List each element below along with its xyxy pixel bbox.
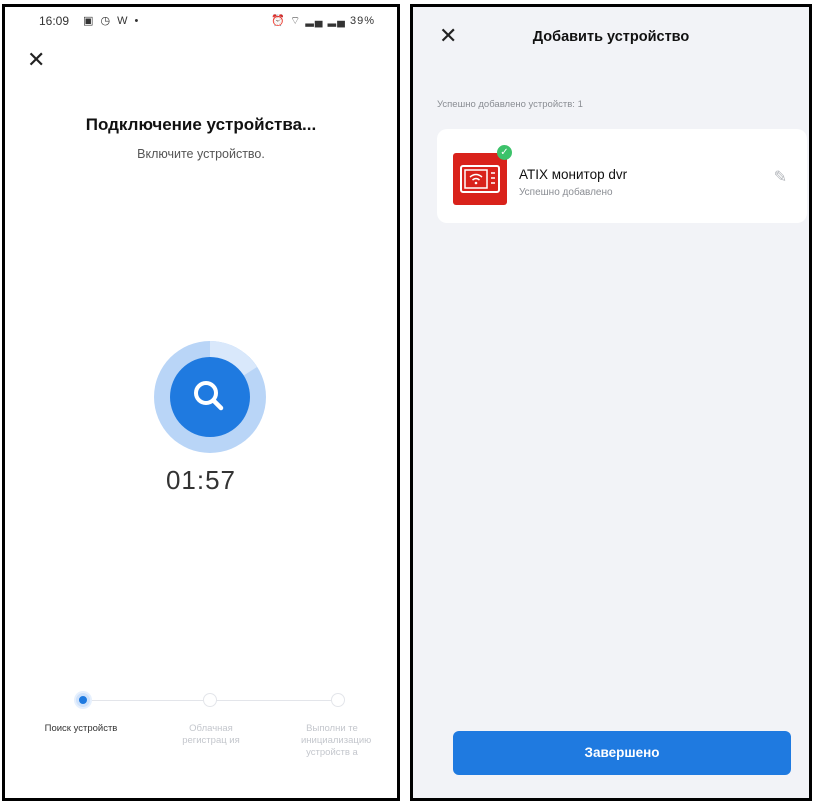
search-screen: 16:09 ▣ ◷ W • ⏰ ⌔ ▂▄ ▂▄ 39% ✕ Подключени… [2,4,400,801]
signal-icons: ⏰ ⌔ ▂▄ ▂▄ [271,15,350,27]
page-subtitle: Включите устройство. [137,147,265,161]
add-device-screen: ✕ Добавить устройство Успешно добавлено … [410,4,812,801]
device-card[interactable]: ✓ ATIX монитор dvr Успешно добавлено ✎ [437,129,807,223]
device-name: ATIX монитор dvr [519,167,628,182]
header: ✕ Добавить устройство [413,7,809,65]
step-2-indicator [203,693,217,707]
done-button[interactable]: Завершено [453,731,791,775]
step-1-label: Поиск устройств [44,723,118,734]
edit-icon[interactable]: ✎ [774,167,787,187]
step-2-label: Облачная регистрац ия [182,723,240,746]
device-status: Успешно добавлено [519,187,613,198]
countdown-timer: 01:57 [165,465,237,495]
search-progress-spinner [154,341,266,453]
system-icons: ⏰ ⌔ ▂▄ ▂▄ 39% [271,14,375,28]
added-count-text: Успешно добавлено устройств: 1 [437,99,583,110]
page-title: Добавить устройство [532,29,690,45]
device-thumbnail [453,153,507,205]
page-title: Подключение устройства... [85,115,317,134]
step-3-indicator [331,693,345,707]
monitor-icon [460,165,500,193]
status-bar: 16:09 ▣ ◷ W • ⏰ ⌔ ▂▄ ▂▄ 39% [5,7,397,35]
step-3-label: Выполни те инициализацию устройств а [301,723,372,758]
status-time: 16:09 [39,14,70,28]
close-icon[interactable]: ✕ [27,49,45,71]
notification-icons: ▣ ◷ W • [83,15,141,27]
battery-level: 39% [349,15,375,27]
step-1-indicator [76,693,90,707]
check-icon: ✓ [497,145,512,160]
